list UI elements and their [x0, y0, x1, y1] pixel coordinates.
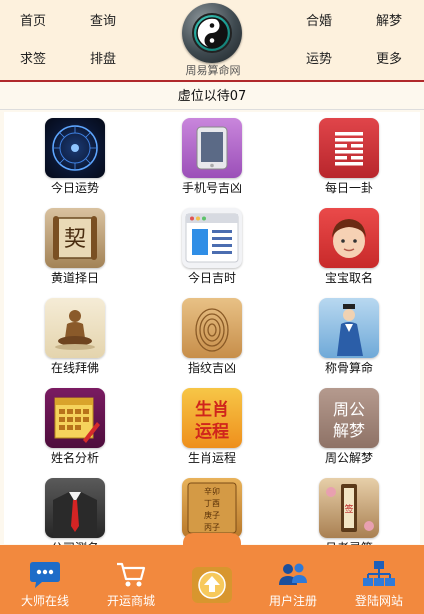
login-button[interactable]: 登陆网站 — [334, 559, 424, 614]
tile-name-analysis[interactable]: 姓名分析 — [15, 384, 135, 470]
tile-label: 手机号吉凶 — [181, 181, 242, 195]
top-navigation-header: 首页 查询 求签 排盘 周易算命网 合婚 解梦 运势 更多 — [0, 0, 424, 82]
tile-label: 称骨算命 — [324, 361, 373, 375]
sitemap-icon — [334, 559, 424, 594]
tile-label: 姓名分析 — [50, 451, 99, 465]
tile-label: 周公解梦 — [324, 451, 373, 465]
buddha-icon — [45, 298, 105, 358]
tile-label: 今日吉时 — [187, 271, 236, 285]
svg-text:签: 签 — [344, 503, 353, 515]
tile-label: 生肖运程 — [187, 451, 236, 465]
nav-home[interactable]: 首页 — [20, 10, 46, 29]
tablet-icon — [182, 118, 242, 178]
tile-bone-weight[interactable]: 称骨算命 — [289, 294, 409, 380]
scholar-icon — [319, 298, 379, 358]
nav-chart[interactable]: 排盘 — [90, 48, 116, 67]
tile-label: 宝宝取名 — [324, 271, 373, 285]
chat-bubble-icon — [0, 559, 90, 594]
toolbar-notch — [183, 533, 241, 549]
svg-text:辛卯: 辛卯 — [204, 486, 220, 496]
nav-lot-drawing[interactable]: 求签 — [20, 48, 46, 67]
suit-tie-icon — [45, 478, 105, 538]
bottom-label: 用户注册 — [268, 594, 317, 608]
site-name: 周易算命网 — [185, 64, 241, 77]
tile-auspicious-date[interactable]: 契 黄道择日 — [15, 204, 135, 290]
tile-label: 今日运势 — [50, 181, 99, 195]
svg-text:运程: 运程 — [195, 422, 229, 442]
bottom-toolbar: 大师在线 开运商城 用户注册 登陆网站 — [0, 533, 424, 614]
yin-yang-logo-icon[interactable] — [182, 3, 242, 63]
tile-fingerprint[interactable]: 指纹吉凶 — [152, 294, 272, 380]
tile-zodiac-fortune[interactable]: 生肖 运程 生肖运程 — [152, 384, 272, 470]
lot-stick-icon: 签 — [319, 478, 379, 538]
bottom-label: 开运商城 — [106, 594, 155, 608]
tile-daily-divination[interactable]: 每日一卦 — [289, 114, 409, 200]
scroll-top-button[interactable] — [186, 565, 238, 605]
tile-label: 指纹吉凶 — [187, 361, 236, 375]
arrow-up-icon — [192, 567, 232, 603]
hexagram-icon — [319, 118, 379, 178]
users-icon — [248, 559, 338, 594]
tile-dream-interpretation[interactable]: 周公 解梦 周公解梦 — [289, 384, 409, 470]
svg-text:周公: 周公 — [333, 400, 365, 419]
fingerprint-icon — [182, 298, 242, 358]
window-list-icon — [182, 208, 242, 268]
nav-marriage[interactable]: 合婚 — [306, 10, 332, 29]
nav-fortune[interactable]: 运势 — [306, 48, 332, 67]
shop-button[interactable]: 开运商城 — [86, 559, 176, 614]
tile-lucky-hour[interactable]: 今日吉时 — [152, 204, 272, 290]
nav-dream[interactable]: 解梦 — [376, 10, 402, 29]
master-online-button[interactable]: 大师在线 — [0, 559, 90, 614]
shopping-cart-icon — [86, 559, 176, 594]
feature-grid: 今日运势 手机号吉凶 每日一卦 契 黄道择日 今日吉时 宝宝取名 在线拜佛 指纹… — [4, 112, 420, 555]
tile-daily-fortune[interactable]: 今日运势 — [15, 114, 135, 200]
scroll-icon: 契 — [45, 208, 105, 268]
ad-placeholder-text: 虚位以待07 — [177, 89, 247, 104]
svg-text:丙子: 丙子 — [204, 523, 220, 532]
dream-text-icon: 周公 解梦 — [319, 388, 379, 448]
nav-more[interactable]: 更多 — [376, 48, 402, 67]
tile-baby-naming[interactable]: 宝宝取名 — [289, 204, 409, 290]
svg-text:契: 契 — [64, 227, 86, 252]
tile-label: 黄道择日 — [50, 271, 99, 285]
bottom-label: 登陆网站 — [354, 594, 403, 608]
svg-text:庚子: 庚子 — [204, 510, 220, 520]
nav-query[interactable]: 查询 — [90, 10, 116, 29]
svg-text:生肖: 生肖 — [195, 399, 229, 420]
zodiac-text-icon: 生肖 运程 — [182, 388, 242, 448]
tile-label: 每日一卦 — [324, 181, 373, 195]
bazi-board-icon: 辛卯 丁酉 庚子 丙子 — [182, 478, 242, 538]
tile-phone-number[interactable]: 手机号吉凶 — [152, 114, 272, 200]
tile-label: 在线拜佛 — [50, 361, 99, 375]
register-button[interactable]: 用户注册 — [248, 559, 338, 614]
svg-text:丁酉: 丁酉 — [204, 499, 220, 508]
tile-online-worship[interactable]: 在线拜佛 — [15, 294, 135, 380]
zodiac-wheel-icon — [45, 118, 105, 178]
baby-face-icon — [319, 208, 379, 268]
bottom-label: 大师在线 — [20, 594, 69, 608]
divider — [0, 109, 424, 110]
calendar-pen-icon — [45, 388, 105, 448]
svg-text:解梦: 解梦 — [333, 421, 365, 440]
